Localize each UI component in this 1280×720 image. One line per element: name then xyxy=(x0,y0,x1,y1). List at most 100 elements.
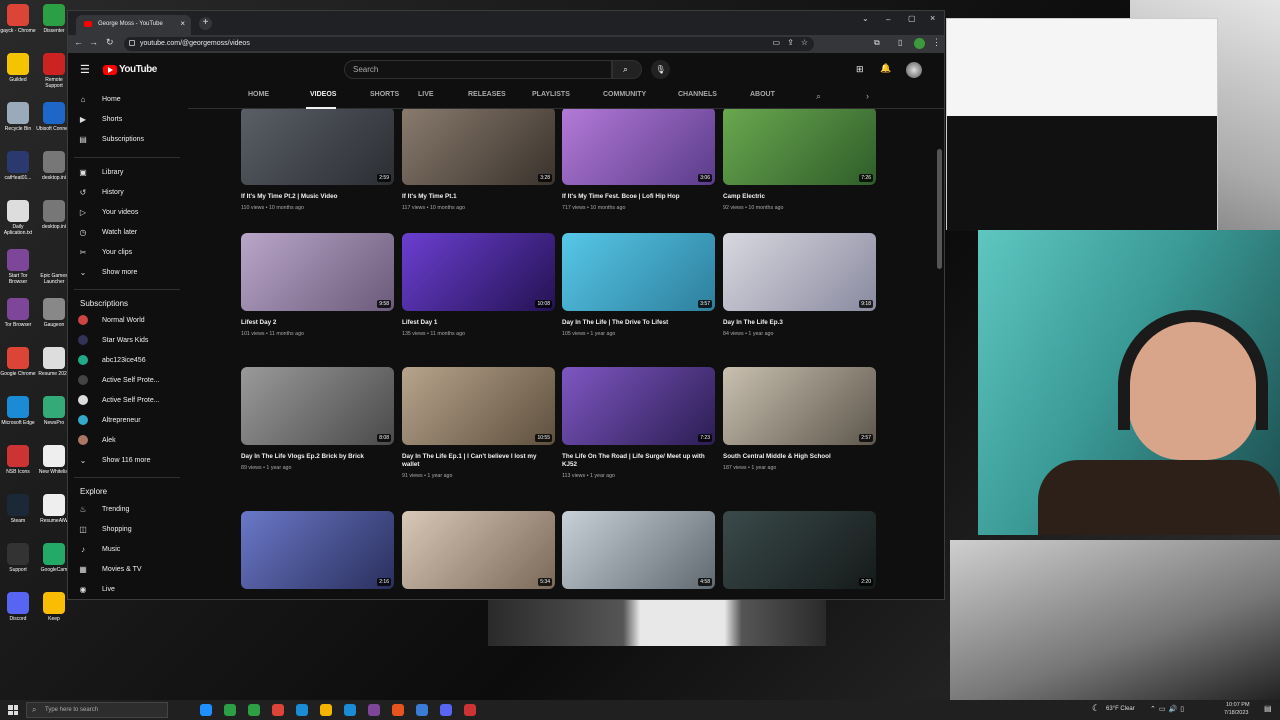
notification-center-icon[interactable]: ▤ xyxy=(1264,704,1272,713)
taskbar-app-icon[interactable] xyxy=(416,704,428,716)
weather-icon[interactable]: ☾ xyxy=(1092,703,1100,714)
channel-tab-videos[interactable]: VIDEOS xyxy=(310,91,336,98)
create-video-icon[interactable]: ⊞ xyxy=(856,64,864,75)
taskbar-app-icon[interactable] xyxy=(272,704,284,716)
video-card[interactable]: 7:23 The Life On The Road | Life Surge/ M… xyxy=(562,367,715,479)
video-title[interactable]: Lifest Day 1 xyxy=(402,319,555,327)
video-card[interactable]: 2:16 xyxy=(241,511,394,589)
desktop-icon[interactable]: Start Tor Browser xyxy=(0,249,36,285)
weather-text[interactable]: 63°F Clear xyxy=(1106,706,1135,712)
search-input[interactable]: Search xyxy=(344,60,612,79)
tab-close-icon[interactable]: × xyxy=(180,19,185,28)
taskbar-app-icon[interactable] xyxy=(320,704,332,716)
channel-tab-about[interactable]: ABOUT xyxy=(750,91,775,98)
video-thumbnail[interactable]: 3:57 xyxy=(562,233,715,311)
video-thumbnail[interactable]: 5:34 xyxy=(402,511,555,589)
channel-tab-live[interactable]: LIVE xyxy=(418,91,434,98)
video-card[interactable]: 3:06 If It's My Time Fest. Bcoe | Lofi Hi… xyxy=(562,109,715,211)
clock-date[interactable]: 7/18/2023 xyxy=(1224,710,1248,716)
video-title[interactable]: Day In The Life Vlogs Ep.2 Brick by Bric… xyxy=(241,453,394,461)
bookmark-star-icon[interactable]: ☆ xyxy=(801,38,808,47)
desktop-icon[interactable]: Support xyxy=(0,543,36,573)
video-card[interactable]: 9:18 Day In The Life Ep.3 84 views • 1 yea… xyxy=(723,233,876,337)
video-title[interactable]: If It's My Time Fest. Bcoe | Lofi Hip Ho… xyxy=(562,193,715,201)
cast-icon[interactable]: ▭ xyxy=(772,38,780,47)
taskbar-app-icon[interactable] xyxy=(224,704,236,716)
video-thumbnail[interactable]: 2:59 xyxy=(241,109,394,185)
channel-tab-home[interactable]: HOME xyxy=(248,91,269,98)
video-thumbnail[interactable]: 7:26 xyxy=(723,109,876,185)
sidebar-item[interactable]: ⌄ Show more xyxy=(78,265,138,279)
video-thumbnail[interactable]: 2:20 xyxy=(723,511,876,589)
channel-tab-playlists[interactable]: PLAYLISTS xyxy=(532,91,570,98)
video-thumbnail[interactable]: 8:08 xyxy=(241,367,394,445)
taskbar-app-icon[interactable] xyxy=(392,704,404,716)
sidebar-item[interactable]: ▷ Your videos xyxy=(78,205,138,219)
sidebar-item[interactable]: Active Self Prote... xyxy=(78,373,160,387)
video-card[interactable]: 2:59 If It's My Time Pt.2 | Music Video 11… xyxy=(241,109,394,211)
share-icon[interactable]: ⇪ xyxy=(787,38,794,47)
sidebar-item[interactable]: ▣ Library xyxy=(78,165,123,179)
new-tab-button[interactable]: + xyxy=(199,17,212,30)
video-title[interactable]: Lifest Day 2 xyxy=(241,319,394,327)
sidebar-item[interactable]: ◷ Watch later xyxy=(78,225,138,239)
desktop-icon[interactable]: Daily Aplication.txt xyxy=(0,200,36,236)
minimize-icon[interactable]: – xyxy=(886,15,890,24)
back-icon[interactable]: ← xyxy=(74,37,83,47)
reload-icon[interactable]: ↻ xyxy=(106,37,114,48)
sidebar-item[interactable]: ▤ Subscriptions xyxy=(78,132,144,146)
taskbar-app-icon[interactable] xyxy=(248,704,260,716)
channel-search-icon[interactable]: ⌕ xyxy=(816,91,821,102)
sidebar-item[interactable]: ⌄ Show 116 more xyxy=(78,453,151,467)
forward-icon[interactable]: → xyxy=(89,37,98,47)
hamburger-menu-icon[interactable]: ☰ xyxy=(80,63,90,76)
video-card[interactable]: 8:08 Day In The Life Vlogs Ep.2 Brick by … xyxy=(241,367,394,471)
sidebar-item[interactable]: ▦ Movies & TV xyxy=(78,562,141,576)
sidebar-item[interactable]: ♪ Music xyxy=(78,542,120,556)
chevron-down-icon[interactable]: ⌄ xyxy=(862,14,869,23)
background-window[interactable] xyxy=(946,18,1218,231)
desktop-icon[interactable]: Guilded xyxy=(0,53,36,83)
clock-time[interactable]: 10:07 PM xyxy=(1226,702,1250,708)
sidebar-item[interactable]: Normal World xyxy=(78,313,145,327)
channel-tab-releases[interactable]: RELEASES xyxy=(468,91,506,98)
taskbar-app-icon[interactable] xyxy=(344,704,356,716)
start-windows-icon[interactable] xyxy=(8,705,18,715)
search-button[interactable]: ⌕ xyxy=(612,60,642,79)
video-thumbnail[interactable]: 3:06 xyxy=(562,109,715,185)
video-title[interactable]: Day In The Life Ep.1 | I Can't believe I… xyxy=(402,453,555,469)
channel-tab-channels[interactable]: CHANNELS xyxy=(678,91,717,98)
sidebar-item[interactable]: ⌂ Home xyxy=(78,92,121,106)
video-thumbnail[interactable]: 2:16 xyxy=(241,511,394,589)
video-card[interactable]: 9:58 Lifest Day 2 101 views • 11 months ag… xyxy=(241,233,394,337)
window-close-icon[interactable]: × xyxy=(930,13,935,23)
microphone-icon[interactable]: 🎙 xyxy=(651,60,670,79)
video-title[interactable]: Day In The Life | The Drive To Lifest xyxy=(562,319,715,327)
taskbar-app-icon[interactable] xyxy=(296,704,308,716)
sidebar-item[interactable]: Star Wars Kids xyxy=(78,333,148,347)
video-thumbnail[interactable]: 2:57 xyxy=(723,367,876,445)
video-title[interactable]: South Central Middle & High School xyxy=(723,453,876,461)
sidebar-item[interactable]: Active Self Prote... xyxy=(78,393,160,407)
video-thumbnail[interactable]: 9:18 xyxy=(723,233,876,311)
desktop-icon[interactable]: NSB Icons xyxy=(0,445,36,475)
sidebar-item[interactable]: ◫ Shopping xyxy=(78,522,131,536)
taskbar-search-input[interactable]: ⌕ Type here to search xyxy=(26,702,168,718)
video-thumbnail[interactable]: 10:08 xyxy=(402,233,555,311)
channel-tab-community[interactable]: COMMUNITY xyxy=(603,91,646,98)
sidebar-item[interactable]: ◉ Live xyxy=(78,582,115,596)
video-card[interactable]: 5:34 xyxy=(402,511,555,589)
extensions-icon[interactable]: ⧉ xyxy=(874,38,880,48)
sidepanel-icon[interactable]: ▯ xyxy=(898,38,902,47)
video-title[interactable]: The Life On The Road | Life Surge/ Meet … xyxy=(562,453,715,469)
video-thumbnail[interactable]: 7:23 xyxy=(562,367,715,445)
video-card[interactable]: 7:26 Camp Electric 92 views • 10 months ag… xyxy=(723,109,876,211)
video-title[interactable]: If It's My Time Pt.2 | Music Video xyxy=(241,193,394,201)
notifications-bell-icon[interactable]: 🔔 xyxy=(880,63,891,74)
browser-tab[interactable]: George Moss - YouTube × xyxy=(76,15,191,35)
video-card[interactable]: 3:57 Day In The Life | The Drive To Lifes… xyxy=(562,233,715,337)
youtube-logo[interactable]: YouTube xyxy=(103,64,157,75)
video-card[interactable]: 2:20 xyxy=(723,511,876,589)
sidebar-item[interactable]: ♨ Trending xyxy=(78,502,129,516)
sidebar-item[interactable]: ↺ History xyxy=(78,185,124,199)
